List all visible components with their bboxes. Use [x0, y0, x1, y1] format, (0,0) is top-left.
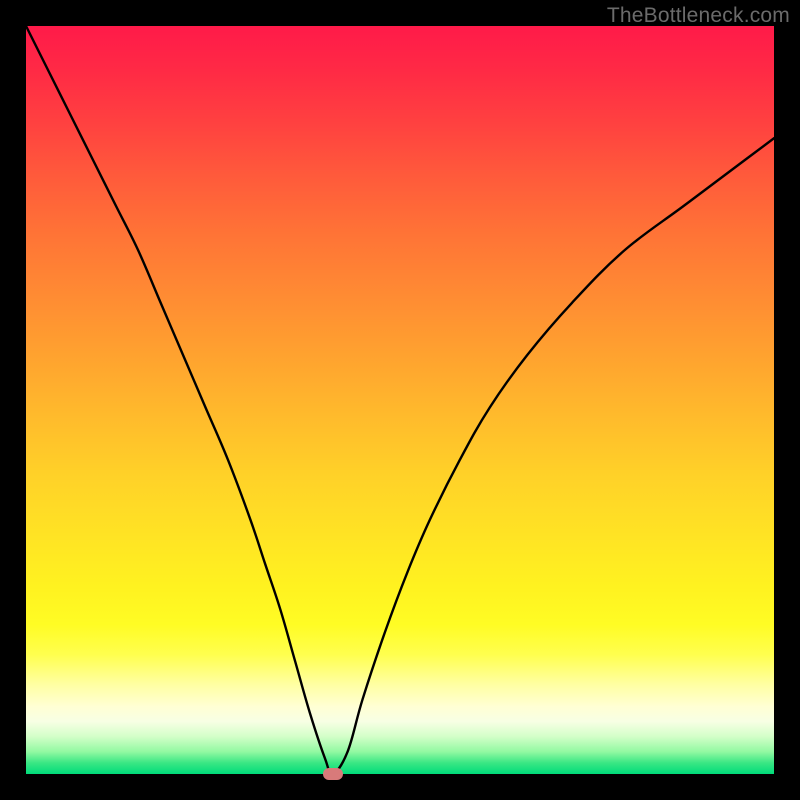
minimum-marker [323, 768, 343, 780]
chart-frame: TheBottleneck.com [0, 0, 800, 800]
plot-area [26, 26, 774, 774]
bottleneck-curve [26, 26, 774, 774]
watermark-text: TheBottleneck.com [607, 4, 790, 28]
